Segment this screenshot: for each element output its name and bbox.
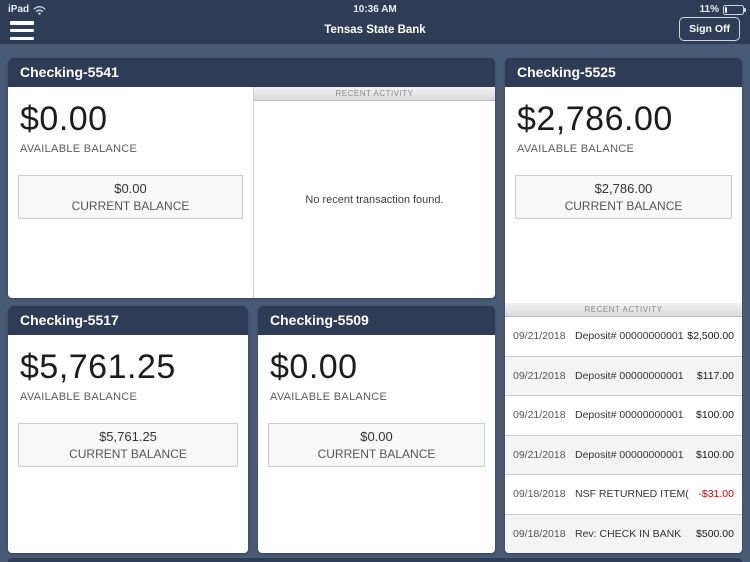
available-balance-value: $5,761.25	[20, 348, 176, 386]
transaction-amount: $117.00	[696, 369, 734, 382]
current-balance-box: $5,761.25 CURRENT BALANCE	[18, 423, 238, 467]
transaction-date: 09/21/2018	[513, 369, 566, 382]
current-balance-value: $2,786.00	[594, 181, 653, 196]
current-balance-label: CURRENT BALANCE	[317, 447, 436, 461]
battery-percent: 11%	[699, 4, 719, 15]
status-right: 11%	[699, 4, 746, 15]
transaction-date: 09/21/2018	[513, 330, 566, 343]
status-bar: iPad 10:36 AM 11%	[0, 0, 750, 20]
transaction-description: NSF RETURNED ITEM(	[575, 488, 689, 501]
available-balance-label: AVAILABLE BALANCE	[517, 143, 635, 155]
available-balance-value: $2,786.00	[517, 100, 673, 138]
current-balance-label: CURRENT BALANCE	[71, 199, 190, 213]
transaction-date: 09/18/2018	[513, 527, 566, 540]
transaction-row[interactable]: 09/21/2018 Deposit# 00000000001 $2,500.00	[505, 317, 742, 357]
balance-column: $2,786.00 AVAILABLE BALANCE $2,786.00 CU…	[505, 87, 742, 303]
transaction-amount: $2,500.00	[687, 330, 734, 343]
transaction-date: 09/21/2018	[513, 409, 566, 422]
current-balance-value: $0.00	[114, 181, 147, 196]
current-balance-label: CURRENT BALANCE	[564, 199, 683, 213]
account-card-title: Checking-5509	[258, 306, 495, 335]
transaction-description: Deposit# 00000000001	[575, 369, 684, 382]
account-card-title: Checking-5517	[8, 306, 248, 335]
available-balance-label: AVAILABLE BALANCE	[20, 391, 138, 403]
account-card-5541[interactable]: Checking-5541 $0.00 AVAILABLE BALANCE $0…	[8, 58, 495, 298]
transaction-amount: $500.00	[696, 527, 734, 540]
top-bar: iPad 10:36 AM 11% Tensas State Bank Sign…	[0, 0, 750, 44]
transaction-description: Deposit# 00000000001	[575, 409, 684, 422]
transaction-description: Rev: CHECK IN BANK	[575, 527, 682, 540]
app-title: Tensas State Bank	[324, 24, 426, 36]
transaction-date: 09/21/2018	[513, 448, 566, 461]
transaction-row[interactable]: 09/21/2018 Deposit# 00000000001 $100.00	[505, 396, 742, 436]
transaction-amount: $100.00	[696, 409, 734, 422]
account-card-5525[interactable]: Checking-5525 $2,786.00 AVAILABLE BALANC…	[505, 58, 742, 553]
transaction-date: 09/18/2018	[513, 488, 566, 501]
transaction-description: Deposit# 00000000001	[575, 448, 684, 461]
account-card-5517[interactable]: Checking-5517 $5,761.25 AVAILABLE BALANC…	[8, 306, 248, 553]
account-card-5509[interactable]: Checking-5509 $0.00 AVAILABLE BALANCE $0…	[258, 306, 495, 553]
available-balance-value: $0.00	[20, 100, 108, 138]
battery-icon	[723, 4, 746, 15]
transaction-row[interactable]: 09/18/2018 Rev: CHECK IN BANK $500.00	[505, 514, 742, 553]
transaction-row[interactable]: 09/21/2018 Deposit# 00000000001 $100.00	[505, 435, 742, 475]
current-balance-value: $0.00	[360, 429, 393, 444]
app-screen: iPad 10:36 AM 11% Tensas State Bank Sign…	[0, 0, 750, 562]
recent-activity-header: RECENT ACTIVITY	[505, 303, 742, 317]
no-transactions-message: No recent transaction found.	[305, 193, 444, 206]
current-balance-box: $2,786.00 CURRENT BALANCE	[515, 175, 732, 219]
next-card-row-peek	[8, 558, 742, 562]
transaction-list: 09/21/2018 Deposit# 00000000001 $2,500.00 0…	[505, 317, 742, 553]
current-balance-box: $0.00 CURRENT BALANCE	[18, 175, 243, 219]
transaction-row[interactable]: 09/18/2018 NSF RETURNED ITEM( -$31.00	[505, 475, 742, 515]
available-balance-label: AVAILABLE BALANCE	[20, 143, 138, 155]
status-time: 10:36 AM	[353, 4, 397, 15]
account-card-title: Checking-5525	[505, 58, 742, 87]
current-balance-value: $5,761.25	[99, 429, 157, 444]
current-balance-label: CURRENT BALANCE	[69, 447, 187, 461]
current-balance-box: $0.00 CURRENT BALANCE	[268, 423, 485, 467]
sign-off-button[interactable]: Sign Off	[679, 17, 740, 41]
recent-activity-panel: RECENT ACTIVITY No recent transaction fo…	[253, 87, 495, 298]
available-balance-value: $0.00	[270, 348, 358, 386]
transaction-amount: -$31.00	[698, 488, 734, 501]
account-card-title: Checking-5541	[8, 58, 495, 87]
recent-activity-header: RECENT ACTIVITY	[254, 87, 495, 101]
balance-column: $0.00 AVAILABLE BALANCE $0.00 CURRENT BA…	[8, 87, 253, 298]
transaction-amount: $100.00	[696, 448, 734, 461]
available-balance-label: AVAILABLE BALANCE	[270, 391, 388, 403]
transaction-row[interactable]: 09/21/2018 Deposit# 00000000001 $117.00	[505, 356, 742, 396]
transaction-description: Deposit# 00000000001	[575, 330, 684, 343]
nav-bar: Tensas State Bank Sign Off	[0, 17, 750, 44]
